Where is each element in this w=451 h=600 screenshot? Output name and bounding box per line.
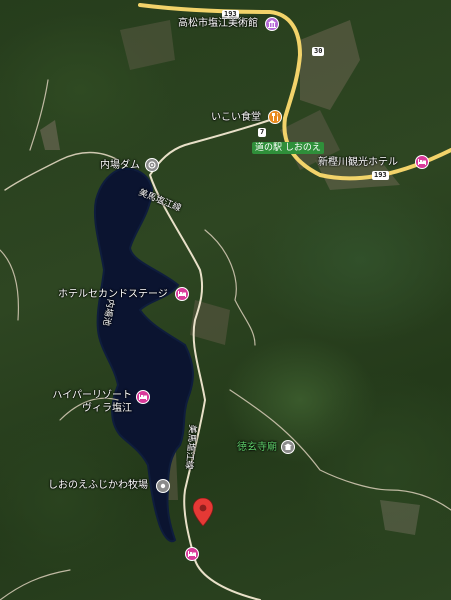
route-shield-30: 30 xyxy=(312,47,325,56)
dam-icon[interactable] xyxy=(145,158,159,172)
temple-icon[interactable] xyxy=(281,440,295,454)
museum-icon[interactable] xyxy=(265,17,279,31)
bed-icon[interactable] xyxy=(175,287,189,301)
road-small-5 xyxy=(0,249,20,321)
location-pin-icon[interactable] xyxy=(193,498,213,526)
bed-icon[interactable] xyxy=(415,155,429,169)
museum-label[interactable]: 高松市塩江美術館 xyxy=(178,18,258,30)
temple-label[interactable]: 徳玄寺廟 xyxy=(237,442,277,454)
map-canvas[interactable]: 193 30 7 193 高松市塩江美術館 いこい食堂 道の駅 しおのえ 新樫川… xyxy=(0,0,451,600)
route-shield-193-right: 193 xyxy=(372,171,389,180)
resort-label-line2[interactable]: ヴィラ塩江 xyxy=(52,403,132,415)
hotel-shinsakugawa-label[interactable]: 新樫川観光ホテル xyxy=(318,157,398,169)
route-shield-7: 7 xyxy=(258,128,267,137)
town-areas xyxy=(40,20,420,535)
fork-knife-icon[interactable] xyxy=(268,110,282,124)
pin-dot-icon[interactable] xyxy=(156,479,170,493)
bed-icon[interactable] xyxy=(185,547,199,561)
michi-no-eki-badge[interactable]: 道の駅 しおのえ xyxy=(252,142,324,154)
road-small-6 xyxy=(0,569,71,600)
restaurant-label[interactable]: いこい食堂 xyxy=(211,112,261,124)
dam-label[interactable]: 内場ダム xyxy=(100,160,140,172)
resort-label-line1[interactable]: ハイパーリゾート xyxy=(52,390,132,402)
bed-icon[interactable] xyxy=(136,390,150,404)
ranch-label[interactable]: しおのえふじかわ牧場 xyxy=(48,480,148,492)
